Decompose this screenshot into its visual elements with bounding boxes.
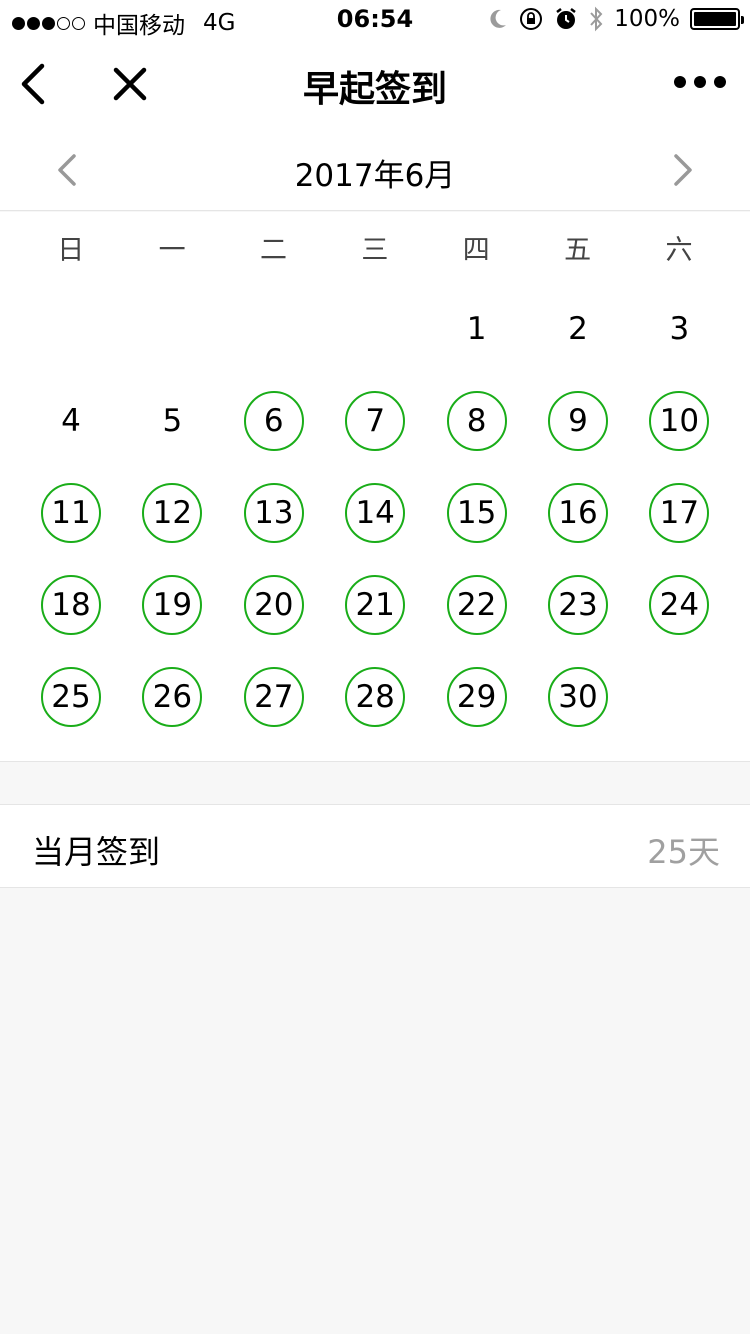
calendar-day-checked[interactable]: 14 bbox=[345, 483, 406, 543]
alarm-icon bbox=[556, 8, 576, 29]
calendar-day-checked[interactable]: 22 bbox=[446, 575, 507, 635]
calendar-day-checked[interactable]: 30 bbox=[548, 667, 608, 727]
rotation-lock-icon bbox=[520, 8, 543, 30]
calendar-day-checked[interactable]: 17 bbox=[649, 483, 710, 543]
summary-value: 25天 bbox=[647, 833, 720, 871]
calendar-day-checked[interactable]: 9 bbox=[548, 391, 608, 451]
calendar-day-checked[interactable]: 26 bbox=[142, 667, 203, 727]
calendar-day-checked[interactable]: 29 bbox=[446, 667, 507, 727]
more-icon[interactable] bbox=[674, 76, 726, 88]
month-label: 2017年6月 bbox=[294, 158, 456, 194]
calendar-day-checked[interactable]: 16 bbox=[548, 483, 608, 543]
weekday-row: 日 一 二 三 四 五 六 bbox=[20, 228, 730, 267]
weekday-label: 日 bbox=[57, 235, 85, 266]
calendar-day-checked[interactable]: 21 bbox=[345, 575, 406, 635]
calendar-day-checked[interactable]: 15 bbox=[446, 483, 507, 543]
nav-bar: 早起签到 bbox=[0, 40, 750, 128]
battery-icon bbox=[690, 8, 744, 30]
calendar-day-checked[interactable]: 6 bbox=[243, 391, 304, 451]
calendar-day-checked[interactable]: 12 bbox=[142, 483, 203, 543]
calendar-day[interactable]: 1 bbox=[447, 299, 507, 359]
calendar-day-checked[interactable]: 13 bbox=[243, 483, 304, 543]
weekday-label: 六 bbox=[665, 235, 693, 266]
next-month-icon[interactable] bbox=[668, 150, 698, 190]
calendar-day-checked[interactable]: 8 bbox=[446, 391, 507, 451]
weekday-label: 二 bbox=[259, 235, 287, 266]
calendar-day-checked[interactable]: 19 bbox=[142, 575, 203, 635]
monthly-checkin-row[interactable]: 当月签到 25天 bbox=[0, 804, 750, 888]
month-header: 2017年6月 bbox=[0, 128, 750, 211]
bluetooth-icon bbox=[590, 6, 603, 32]
weekday-label: 三 bbox=[361, 235, 389, 266]
calendar-day-checked[interactable]: 27 bbox=[243, 667, 304, 727]
page-title: 早起签到 bbox=[302, 69, 447, 110]
calendar-day-checked[interactable]: 7 bbox=[345, 391, 406, 451]
calendar-day-checked[interactable]: 23 bbox=[548, 575, 608, 635]
summary-label: 当月签到 bbox=[32, 833, 161, 871]
calendar-day[interactable]: 4 bbox=[41, 391, 101, 451]
calendar-day-checked[interactable]: 18 bbox=[41, 575, 101, 635]
calendar-day-checked[interactable]: 28 bbox=[345, 667, 406, 727]
calendar-day-checked[interactable]: 10 bbox=[649, 391, 710, 451]
moon-icon bbox=[490, 9, 507, 28]
status-bar: 中国移动 4G 06:54 100% bbox=[0, 0, 750, 40]
calendar-day-checked[interactable]: 20 bbox=[243, 575, 304, 635]
calendar-day-checked[interactable]: 24 bbox=[649, 575, 710, 635]
weekday-label: 五 bbox=[564, 235, 592, 266]
calendar-day[interactable]: 5 bbox=[142, 391, 202, 451]
weekday-label: 四 bbox=[462, 235, 490, 266]
calendar-day[interactable]: 3 bbox=[649, 299, 709, 359]
calendar-day[interactable]: 2 bbox=[548, 299, 608, 359]
calendar-day-checked[interactable]: 25 bbox=[41, 667, 101, 727]
battery-percent: 100% bbox=[614, 6, 680, 32]
status-right: 100% bbox=[488, 6, 744, 32]
calendar-day-checked[interactable]: 11 bbox=[41, 483, 101, 543]
screen: 中国移动 4G 06:54 100% 早起签到 2017年6月 日 一 二 三 … bbox=[0, 0, 750, 1334]
weekday-label: 一 bbox=[158, 235, 186, 266]
calendar: 日 一 二 三 四 五 六 1 2 3 4 5 6 7 8 9 10 11 12 13 14 15 16 17 1… bbox=[0, 212, 750, 762]
